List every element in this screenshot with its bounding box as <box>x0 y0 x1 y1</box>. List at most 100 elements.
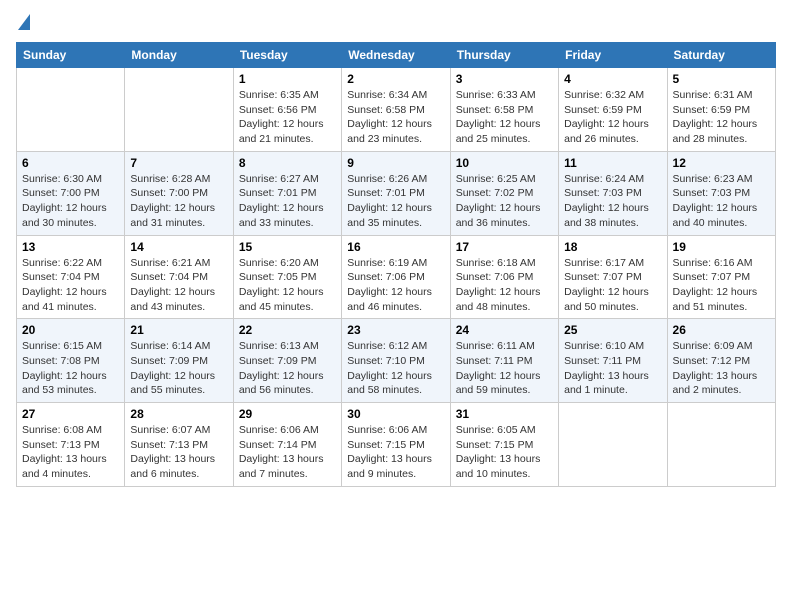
day-info: Sunrise: 6:18 AMSunset: 7:06 PMDaylight:… <box>456 256 553 315</box>
day-number: 31 <box>456 407 553 421</box>
day-number: 12 <box>673 156 770 170</box>
day-info: Sunrise: 6:21 AMSunset: 7:04 PMDaylight:… <box>130 256 227 315</box>
calendar-cell <box>17 68 125 152</box>
day-number: 6 <box>22 156 119 170</box>
calendar-cell: 13Sunrise: 6:22 AMSunset: 7:04 PMDayligh… <box>17 235 125 319</box>
day-info: Sunrise: 6:07 AMSunset: 7:13 PMDaylight:… <box>130 423 227 482</box>
calendar-cell: 14 Sunrise: 6:21 AMSunset: 7:04 PMDayligh… <box>125 235 233 319</box>
calendar-cell: 2 Sunrise: 6:34 AMSunset: 6:58 PMDaylight… <box>342 68 450 152</box>
day-number: 5 <box>673 72 770 86</box>
calendar-table: SundayMondayTuesdayWednesdayThursdayFrid… <box>16 42 776 487</box>
calendar-cell: 3 Sunrise: 6:33 AMSunset: 6:58 PMDaylight… <box>450 68 558 152</box>
day-info: Sunrise: 6:10 AMSunset: 7:11 PMDaylight:… <box>564 339 661 398</box>
day-number: 23 <box>347 323 444 337</box>
day-info: Sunrise: 6:08 AMSunset: 7:13 PMDaylight:… <box>22 423 119 482</box>
calendar-week-row: 6 Sunrise: 6:30 AMSunset: 7:00 PMDaylight… <box>17 151 776 235</box>
calendar-cell: 25 Sunrise: 6:10 AMSunset: 7:11 PMDayligh… <box>559 319 667 403</box>
calendar-cell: 22 Sunrise: 6:13 AMSunset: 7:09 PMDayligh… <box>233 319 341 403</box>
calendar-cell: 23 Sunrise: 6:12 AMSunset: 7:10 PMDayligh… <box>342 319 450 403</box>
day-info: Sunrise: 6:27 AMSunset: 7:01 PMDaylight:… <box>239 172 336 231</box>
day-info: Sunrise: 6:23 AMSunset: 7:03 PMDaylight:… <box>673 172 770 231</box>
day-info: Sunrise: 6:06 AMSunset: 7:15 PMDaylight:… <box>347 423 444 482</box>
day-number: 21 <box>130 323 227 337</box>
calendar-cell: 21 Sunrise: 6:14 AMSunset: 7:09 PMDayligh… <box>125 319 233 403</box>
day-info: Sunrise: 6:28 AMSunset: 7:00 PMDaylight:… <box>130 172 227 231</box>
day-number: 30 <box>347 407 444 421</box>
calendar-header-sunday: Sunday <box>17 43 125 68</box>
day-number: 3 <box>456 72 553 86</box>
day-info: Sunrise: 6:12 AMSunset: 7:10 PMDaylight:… <box>347 339 444 398</box>
day-number: 10 <box>456 156 553 170</box>
calendar-cell: 9 Sunrise: 6:26 AMSunset: 7:01 PMDaylight… <box>342 151 450 235</box>
day-number: 19 <box>673 240 770 254</box>
day-number: 28 <box>130 407 227 421</box>
calendar-cell: 6 Sunrise: 6:30 AMSunset: 7:00 PMDaylight… <box>17 151 125 235</box>
calendar-header-wednesday: Wednesday <box>342 43 450 68</box>
calendar-week-row: 27 Sunrise: 6:08 AMSunset: 7:13 PMDayligh… <box>17 403 776 487</box>
day-info: Sunrise: 6:34 AMSunset: 6:58 PMDaylight:… <box>347 88 444 147</box>
calendar-cell <box>559 403 667 487</box>
calendar-cell: 27 Sunrise: 6:08 AMSunset: 7:13 PMDayligh… <box>17 403 125 487</box>
calendar-cell: 7 Sunrise: 6:28 AMSunset: 7:00 PMDaylight… <box>125 151 233 235</box>
day-info: Sunrise: 6:33 AMSunset: 6:58 PMDaylight:… <box>456 88 553 147</box>
calendar-cell: 8Sunrise: 6:27 AMSunset: 7:01 PMDaylight… <box>233 151 341 235</box>
calendar-cell: 10 Sunrise: 6:25 AMSunset: 7:02 PMDayligh… <box>450 151 558 235</box>
day-number: 24 <box>456 323 553 337</box>
logo <box>16 16 30 32</box>
day-info: Sunrise: 6:13 AMSunset: 7:09 PMDaylight:… <box>239 339 336 398</box>
day-number: 20 <box>22 323 119 337</box>
day-number: 4 <box>564 72 661 86</box>
day-number: 17 <box>456 240 553 254</box>
calendar-cell: 31 Sunrise: 6:05 AMSunset: 7:15 PMDayligh… <box>450 403 558 487</box>
calendar-cell: 26 Sunrise: 6:09 AMSunset: 7:12 PMDayligh… <box>667 319 775 403</box>
day-number: 9 <box>347 156 444 170</box>
day-number: 2 <box>347 72 444 86</box>
day-number: 18 <box>564 240 661 254</box>
logo-arrow-icon <box>18 14 30 30</box>
day-number: 26 <box>673 323 770 337</box>
calendar-header-thursday: Thursday <box>450 43 558 68</box>
day-info: Sunrise: 6:14 AMSunset: 7:09 PMDaylight:… <box>130 339 227 398</box>
day-info: Sunrise: 6:11 AMSunset: 7:11 PMDaylight:… <box>456 339 553 398</box>
day-info: Sunrise: 6:09 AMSunset: 7:12 PMDaylight:… <box>673 339 770 398</box>
day-info: Sunrise: 6:30 AMSunset: 7:00 PMDaylight:… <box>22 172 119 231</box>
day-number: 25 <box>564 323 661 337</box>
calendar-cell <box>125 68 233 152</box>
calendar-cell: 29Sunrise: 6:06 AMSunset: 7:14 PMDayligh… <box>233 403 341 487</box>
day-number: 1 <box>239 72 336 86</box>
calendar-cell: 30 Sunrise: 6:06 AMSunset: 7:15 PMDayligh… <box>342 403 450 487</box>
page-header <box>16 16 776 32</box>
day-number: 7 <box>130 156 227 170</box>
day-number: 11 <box>564 156 661 170</box>
calendar-week-row: 1 Sunrise: 6:35 AMSunset: 6:56 PMDaylight… <box>17 68 776 152</box>
calendar-cell: 12 Sunrise: 6:23 AMSunset: 7:03 PMDayligh… <box>667 151 775 235</box>
day-info: Sunrise: 6:16 AMSunset: 7:07 PMDaylight:… <box>673 256 770 315</box>
day-number: 14 <box>130 240 227 254</box>
day-info: Sunrise: 6:19 AMSunset: 7:06 PMDaylight:… <box>347 256 444 315</box>
calendar-cell: 16Sunrise: 6:19 AMSunset: 7:06 PMDayligh… <box>342 235 450 319</box>
day-info: Sunrise: 6:26 AMSunset: 7:01 PMDaylight:… <box>347 172 444 231</box>
day-info: Sunrise: 6:17 AMSunset: 7:07 PMDaylight:… <box>564 256 661 315</box>
calendar-cell: 18 Sunrise: 6:17 AMSunset: 7:07 PMDayligh… <box>559 235 667 319</box>
calendar-week-row: 13Sunrise: 6:22 AMSunset: 7:04 PMDayligh… <box>17 235 776 319</box>
day-info: Sunrise: 6:06 AMSunset: 7:14 PMDaylight:… <box>239 423 336 482</box>
calendar-week-row: 20Sunrise: 6:15 AMSunset: 7:08 PMDayligh… <box>17 319 776 403</box>
calendar-cell: 15Sunrise: 6:20 AMSunset: 7:05 PMDayligh… <box>233 235 341 319</box>
calendar-header-saturday: Saturday <box>667 43 775 68</box>
calendar-cell: 5Sunrise: 6:31 AMSunset: 6:59 PMDaylight… <box>667 68 775 152</box>
calendar-cell: 1 Sunrise: 6:35 AMSunset: 6:56 PMDaylight… <box>233 68 341 152</box>
calendar-cell: 19 Sunrise: 6:16 AMSunset: 7:07 PMDayligh… <box>667 235 775 319</box>
calendar-header-friday: Friday <box>559 43 667 68</box>
day-info: Sunrise: 6:05 AMSunset: 7:15 PMDaylight:… <box>456 423 553 482</box>
day-number: 22 <box>239 323 336 337</box>
day-info: Sunrise: 6:24 AMSunset: 7:03 PMDaylight:… <box>564 172 661 231</box>
calendar-cell: 17 Sunrise: 6:18 AMSunset: 7:06 PMDayligh… <box>450 235 558 319</box>
day-number: 13 <box>22 240 119 254</box>
day-info: Sunrise: 6:25 AMSunset: 7:02 PMDaylight:… <box>456 172 553 231</box>
day-number: 27 <box>22 407 119 421</box>
day-info: Sunrise: 6:32 AMSunset: 6:59 PMDaylight:… <box>564 88 661 147</box>
calendar-header-row: SundayMondayTuesdayWednesdayThursdayFrid… <box>17 43 776 68</box>
calendar-cell: 24 Sunrise: 6:11 AMSunset: 7:11 PMDayligh… <box>450 319 558 403</box>
day-number: 15 <box>239 240 336 254</box>
day-info: Sunrise: 6:35 AMSunset: 6:56 PMDaylight:… <box>239 88 336 147</box>
